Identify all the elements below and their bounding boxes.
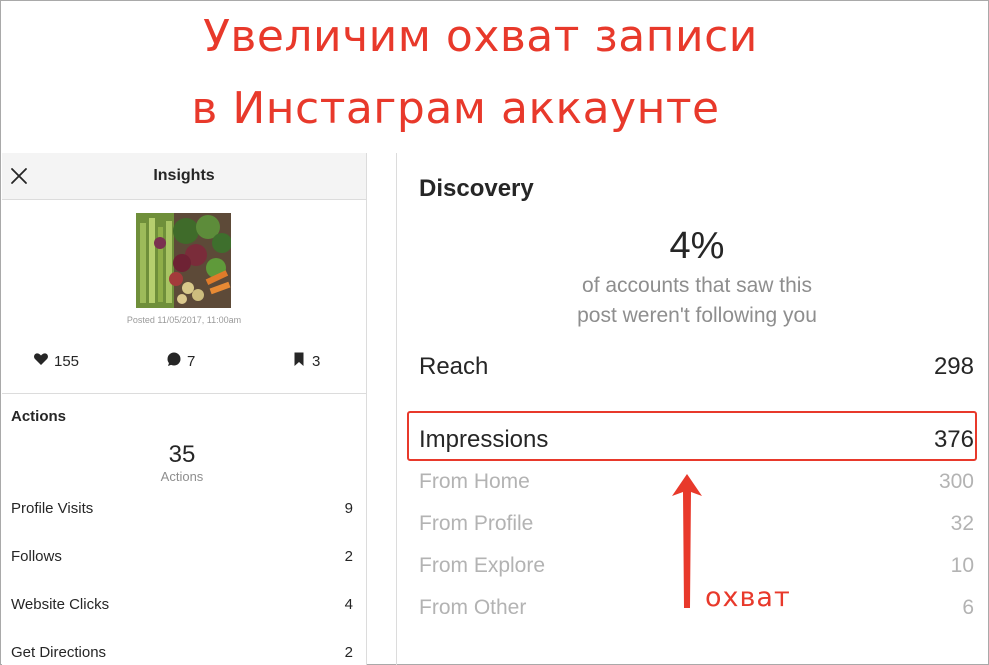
actions-total: 35 — [168, 441, 196, 468]
annotation-label: охват — [705, 582, 791, 613]
action-value: 9 — [344, 500, 353, 517]
insights-panel: Insights Posted 11/05/2017, 11:00am 155 … — [2, 153, 367, 665]
action-row-follows: Follows 2 — [11, 548, 353, 565]
source-label: From Explore — [419, 554, 546, 577]
source-value: 6 — [962, 596, 974, 619]
heart-icon — [33, 351, 49, 371]
actions-title: Actions — [11, 408, 67, 425]
divider — [2, 393, 366, 394]
reach-value: 298 — [933, 353, 974, 380]
action-row-get-directions: Get Directions 2 — [11, 644, 353, 661]
action-label: Follows — [11, 548, 62, 565]
saves-count: 3 — [291, 351, 320, 371]
action-label: Profile Visits — [11, 500, 94, 517]
action-row-website-clicks: Website Clicks 4 — [11, 596, 353, 613]
saves-value: 3 — [312, 352, 321, 370]
impressions-highlight-box — [407, 411, 977, 461]
discovery-percent: 4% — [669, 225, 725, 267]
caption-line-2: post weren't following you — [577, 304, 817, 327]
reach-label: Reach — [419, 353, 489, 380]
likes-count: 155 — [33, 351, 79, 371]
source-label: From Profile — [419, 512, 534, 535]
action-label: Get Directions — [11, 644, 107, 661]
source-label: From Home — [419, 470, 530, 493]
action-value: 4 — [344, 596, 353, 613]
post-counts: 155 7 3 — [2, 351, 366, 371]
source-value: 32 — [950, 512, 974, 535]
discovery-title: Discovery — [419, 175, 534, 202]
insights-topbar: Insights — [2, 153, 366, 200]
action-value: 2 — [344, 644, 353, 661]
caption-line-1: of accounts that saw this — [582, 274, 812, 297]
source-value: 10 — [950, 554, 974, 577]
discovery-percent-caption: of accounts that saw this post weren't f… — [397, 271, 989, 331]
reach-row: Reach 298 — [419, 353, 974, 381]
comments-value: 7 — [187, 352, 196, 370]
source-label: From Other — [419, 596, 527, 619]
comments-count: 7 — [166, 351, 195, 371]
post-thumbnail[interactable] — [136, 213, 232, 308]
headline-line-1: Увеличим охват записи — [203, 11, 758, 62]
action-value: 2 — [344, 548, 353, 565]
headline-line-2: в Инстаграм аккаунте — [191, 83, 720, 134]
action-label: Website Clicks — [11, 596, 110, 613]
insights-title: Insights — [153, 167, 215, 184]
up-arrow-icon — [670, 470, 704, 612]
posted-date: Posted 11/05/2017, 11:00am — [126, 315, 242, 325]
action-row-profile-visits: Profile Visits 9 — [11, 500, 353, 517]
comment-icon — [166, 351, 182, 371]
actions-total-label: Actions — [160, 469, 204, 484]
likes-value: 155 — [54, 352, 80, 370]
source-value: 300 — [938, 470, 974, 493]
bookmark-icon — [291, 351, 307, 371]
